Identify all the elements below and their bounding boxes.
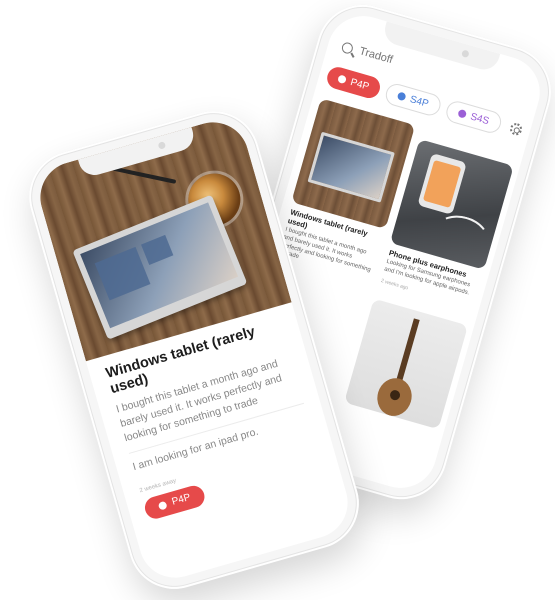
search-icon bbox=[340, 40, 355, 55]
filter-chip-label: S4P bbox=[408, 93, 430, 110]
app-tile bbox=[141, 234, 174, 266]
listing-card[interactable] bbox=[344, 298, 469, 430]
listing-image-earphones bbox=[389, 138, 514, 270]
gear-icon[interactable] bbox=[508, 121, 524, 137]
filter-chip-s4s[interactable]: S4S bbox=[443, 98, 504, 136]
tablet-screen bbox=[80, 202, 239, 329]
filter-chip-label: S4S bbox=[469, 110, 491, 127]
p4p-icon bbox=[157, 500, 168, 511]
camera-dot bbox=[157, 141, 167, 150]
camera-dot bbox=[461, 49, 470, 59]
p4p-button-label: P4P bbox=[170, 492, 192, 508]
listing-image-tablet bbox=[291, 98, 416, 230]
filter-chip-s4p[interactable]: S4P bbox=[383, 81, 443, 118]
listing-details: Windows tablet (rarely used) I bought th… bbox=[104, 316, 323, 521]
filter-chip-label: P4P bbox=[349, 76, 371, 93]
listing-time: 2 weeks away bbox=[138, 477, 177, 494]
calendar-tile bbox=[94, 246, 151, 301]
listing-image-guitar bbox=[344, 298, 469, 430]
s4s-icon bbox=[457, 108, 467, 119]
p4p-icon bbox=[337, 74, 348, 85]
filter-chip-p4p[interactable]: P4P bbox=[324, 64, 383, 101]
s4p-icon bbox=[396, 91, 407, 102]
